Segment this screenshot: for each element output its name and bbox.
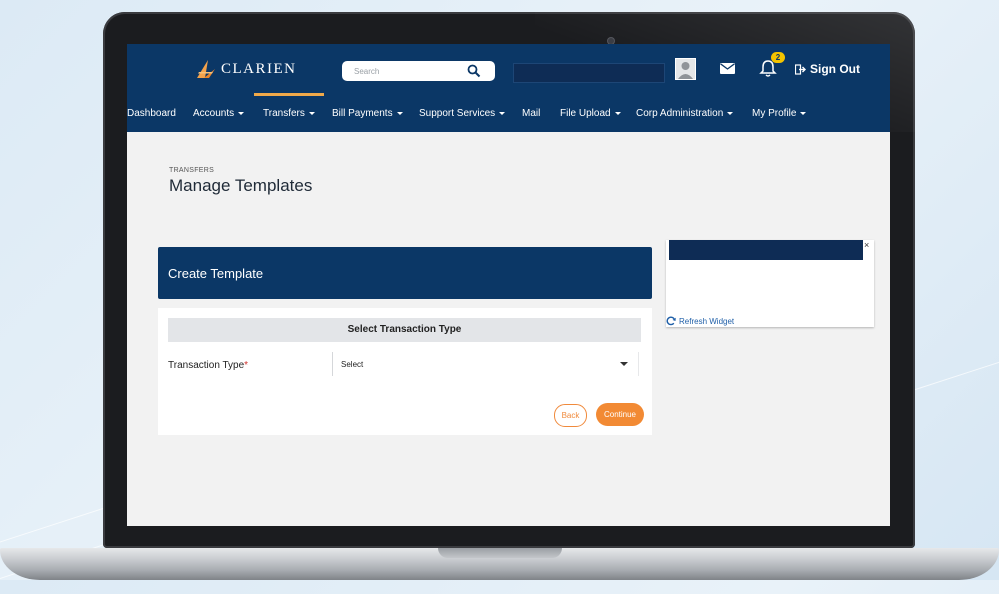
nav-label: Transfers [263, 108, 305, 119]
nav-label: Mail [522, 108, 541, 119]
nav-item-corp-administration[interactable]: Corp Administration [636, 108, 734, 119]
nav-label: Support Services [419, 108, 496, 119]
nav-item-file-upload[interactable]: File Upload [560, 108, 621, 119]
nav-item-accounts[interactable]: Accounts [193, 108, 245, 119]
refresh-label: Refresh Widget [679, 316, 735, 326]
widget-header [669, 240, 863, 260]
clarien-logo[interactable]: CLARIEN [195, 57, 297, 81]
nav-item-dashboard[interactable]: Dashboard [127, 108, 176, 119]
avatar[interactable] [675, 58, 696, 80]
required-marker: * [244, 360, 249, 371]
nav-item-support-services[interactable]: Support Services [419, 108, 506, 119]
mail-icon[interactable] [720, 63, 735, 74]
user-avatar-icon [676, 59, 695, 79]
nav-label: Accounts [193, 108, 235, 119]
nav-item-my-profile[interactable]: My Profile [752, 108, 807, 119]
nav-item-mail[interactable]: Mail [522, 108, 540, 119]
page-title: Manage Templates [169, 176, 313, 195]
caret-down-icon [614, 112, 621, 115]
create-template-header: Create Template [158, 247, 652, 299]
nav-label: Bill Payments [332, 108, 393, 119]
transaction-type-label: Transaction Type* [168, 360, 248, 371]
caret-down-icon [800, 112, 807, 115]
sign-out-label: Sign Out [810, 62, 860, 76]
nav-item-bill-payments[interactable]: Bill Payments [332, 108, 403, 119]
caret-down-icon [238, 112, 245, 115]
nav-label: Corp Administration [636, 108, 724, 119]
caret-down-icon [499, 112, 506, 115]
side-widget: × Refresh Widget [666, 240, 874, 327]
close-icon[interactable]: × [864, 240, 869, 250]
nav-label: File Upload [560, 108, 611, 119]
select-value: Select [341, 359, 364, 369]
nav-item-transfers[interactable]: Transfers [263, 108, 315, 119]
search-icon[interactable] [467, 64, 481, 78]
active-indicator [254, 93, 324, 96]
search-box[interactable]: Search [342, 61, 495, 81]
nav-label: My Profile [752, 108, 797, 119]
refresh-icon [666, 316, 676, 326]
create-template-form: Select Transaction Type Transaction Type… [158, 308, 652, 435]
app-screen: CLARIEN Search 2 Sign Out Dashboard Acco… [127, 44, 890, 526]
field-label-text: Transaction Type [168, 360, 245, 371]
back-button[interactable]: Back [554, 404, 587, 427]
laptop-notch [438, 548, 562, 558]
refresh-widget-link[interactable]: Refresh Widget [666, 316, 734, 326]
search-input[interactable]: Search [354, 67, 467, 76]
chevron-down-icon [620, 362, 628, 366]
top-navigation-bar: CLARIEN Search 2 Sign Out Dashboard Acco… [127, 44, 890, 132]
caret-down-icon [308, 112, 315, 115]
caret-down-icon [396, 112, 403, 115]
card-title: Create Template [168, 266, 264, 281]
section-title: Select Transaction Type [168, 318, 641, 342]
transaction-type-select[interactable]: Select [332, 352, 639, 376]
sign-out-icon [795, 63, 806, 75]
nav-label: Dashboard [127, 108, 176, 119]
logo-text: CLARIEN [221, 60, 297, 77]
clarien-logo-icon [197, 60, 215, 78]
account-selector[interactable] [513, 63, 665, 83]
caret-down-icon [727, 112, 734, 115]
sign-out-button[interactable]: Sign Out [795, 61, 860, 77]
breadcrumb: TRANSFERS [169, 167, 215, 174]
notification-badge: 2 [771, 52, 785, 63]
continue-button[interactable]: Continue [596, 403, 644, 426]
